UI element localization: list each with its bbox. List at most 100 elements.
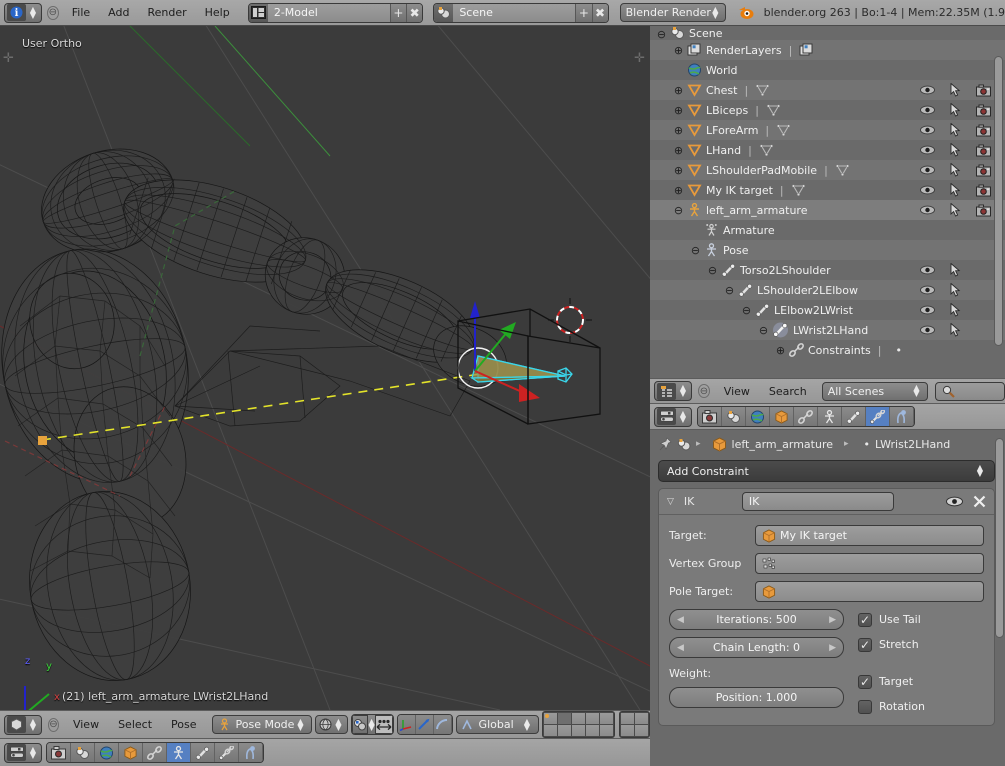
outliner-row-label[interactable]: Torso2LShoulder — [740, 264, 831, 277]
pole-target-field[interactable] — [755, 581, 984, 602]
weight-target-check-icon[interactable]: ✓ — [858, 674, 872, 689]
mesh-data-icon[interactable] — [835, 163, 850, 177]
chain-length-decrement-icon[interactable]: ◀ — [677, 643, 684, 653]
menu-help[interactable]: Help — [197, 3, 238, 23]
outliner-row-lshoulderpadmobile[interactable]: ⊕ LShoulderPadMobile | — [650, 160, 1005, 180]
outliner-expand-toggle-plus-icon[interactable]: ⊕ — [673, 44, 684, 57]
interaction-mode-selector[interactable]: Pose Mode ▲ ▼ — [211, 715, 313, 734]
menu-file[interactable]: File — [64, 3, 98, 23]
outliner-constraint-dot[interactable]: • — [895, 344, 902, 357]
pin-icon[interactable] — [658, 437, 672, 451]
cursor-arrow-icon[interactable] — [948, 183, 963, 197]
outliner-row-left-arm-armature[interactable]: ⊖ left_arm_armature — [650, 200, 1005, 220]
properties-editor[interactable]: ▸ left_arm_armature ▸ • LWrist2LHand Add… — [650, 430, 1005, 766]
breadcrumb-object-label[interactable]: left_arm_armature — [732, 438, 833, 451]
camera-icon[interactable] — [976, 144, 991, 157]
chain-length-increment-icon[interactable]: ▶ — [829, 643, 836, 653]
screen-layout-name[interactable]: 2-Model — [267, 3, 390, 22]
delete-screen-button[interactable]: ✖ — [406, 3, 423, 22]
outliner-expand-toggle-minus-icon[interactable]: ⊖ — [724, 284, 735, 297]
manipulator-mode-group[interactable] — [396, 714, 453, 735]
props-editor-type-selector[interactable]: ▲ ▼ — [654, 406, 692, 427]
layer-5[interactable] — [600, 713, 613, 724]
bone-constraints-tab[interactable] — [215, 743, 239, 762]
camera-icon[interactable] — [976, 184, 991, 197]
orientation-spinner[interactable]: ▲ ▼ — [521, 717, 533, 731]
transform-orientation-selector[interactable]: Global ▲ ▼ — [455, 715, 539, 734]
layer-12[interactable] — [558, 725, 571, 736]
layer-15[interactable] — [600, 725, 613, 736]
outliner-scrollbar[interactable] — [994, 56, 1003, 346]
add-constraint-button[interactable]: Add Constraint ▲ ▼ — [658, 460, 995, 482]
cursor-arrow-icon[interactable] — [948, 123, 963, 137]
outliner-row-lforearm[interactable]: ⊕ LForeArm | — [650, 120, 1005, 140]
outliner-expand-toggle-plus-icon[interactable]: ⊕ — [775, 344, 786, 357]
eye-icon[interactable] — [920, 265, 935, 275]
camera-icon[interactable] — [976, 124, 991, 137]
editor-type-spinner[interactable]: ▲ ▼ — [27, 5, 39, 19]
mesh-data-icon[interactable] — [776, 123, 791, 137]
layer-1[interactable] — [544, 713, 557, 724]
eye-icon[interactable] — [946, 496, 963, 507]
world-tab[interactable] — [95, 743, 119, 762]
menu-render[interactable]: Render — [139, 3, 194, 23]
object-constraints-tab[interactable] — [794, 407, 818, 426]
breadcrumb-bone-label[interactable]: LWrist2LHand — [875, 438, 950, 451]
viewport-shading-spinner[interactable]: ▲ ▼ — [332, 717, 344, 731]
properties-region-expand-icon[interactable]: ✛ — [634, 51, 645, 66]
outliner-row-constraints[interactable]: ⊕ Constraints | • — [650, 340, 1005, 360]
outliner-row-label[interactable]: LHand — [706, 144, 741, 157]
cursor-arrow-icon[interactable] — [948, 83, 963, 97]
outliner-display-mode-spinner[interactable]: ▲ ▼ — [910, 384, 922, 398]
weight-target-checkbox[interactable]: ✓ Target — [858, 671, 984, 692]
outliner-row-armature[interactable]: Armature — [650, 220, 1005, 240]
layer-13[interactable] — [572, 725, 585, 736]
outliner-display-mode-selector[interactable]: All Scenes ▲ ▼ — [821, 381, 929, 401]
outliner-row-world[interactable]: World — [650, 60, 1005, 80]
bone-constraints-tab[interactable] — [866, 407, 890, 426]
outliner-row-pose[interactable]: ⊖ Pose — [650, 240, 1005, 260]
layer-6[interactable] — [621, 713, 634, 724]
layer-11[interactable] — [544, 725, 557, 736]
outliner-row-chest[interactable]: ⊕ Chest | — [650, 80, 1005, 100]
screen-layout-selector[interactable]: 2-Model + ✖ — [247, 2, 424, 23]
outliner-row-lbiceps[interactable]: ⊕ LBiceps | — [650, 100, 1005, 120]
outliner-row-lhand[interactable]: ⊕ LHand | — [650, 140, 1005, 160]
ik-constraint-panel-header[interactable]: ▽ IK IK — [659, 489, 994, 515]
eye-icon[interactable] — [920, 185, 935, 195]
render-tab[interactable] — [47, 743, 71, 762]
breadcrumb-scene-icon[interactable] — [677, 438, 691, 451]
weight-rotation-checkbox[interactable]: Rotation — [858, 696, 984, 717]
layer-group-1[interactable] — [542, 711, 615, 738]
outliner-collapse-menus-button[interactable]: ⊖ — [698, 384, 710, 398]
outliner-expand-toggle-minus-icon[interactable]: ⊖ — [707, 264, 718, 277]
layer-4[interactable] — [586, 713, 599, 724]
view3d-menu-pose[interactable]: Pose — [163, 715, 204, 735]
object-data-tab[interactable] — [167, 743, 191, 762]
outliner-expand-toggle-minus-icon[interactable]: ⊖ — [690, 244, 701, 257]
properties-tab-strip-bottom[interactable] — [46, 742, 264, 763]
outliner-row-label[interactable]: Pose — [723, 244, 748, 257]
render-engine-selector[interactable]: Blender Render ▲ ▼ — [619, 3, 726, 22]
outliner-row-label[interactable]: left_arm_armature — [706, 204, 807, 217]
cursor-arrow-icon[interactable] — [948, 103, 963, 117]
view3d-menu-view[interactable]: View — [65, 715, 107, 735]
constraint-name-input[interactable]: IK — [741, 492, 894, 511]
mesh-data-icon[interactable] — [791, 183, 806, 197]
scene-selector[interactable]: Scene + ✖ — [433, 2, 609, 23]
bone-tab[interactable] — [191, 743, 215, 762]
bone-tab[interactable] — [842, 407, 866, 426]
add-scene-button[interactable]: + — [575, 3, 592, 22]
outliner-row-label[interactable]: LWrist2LHand — [793, 324, 868, 337]
outliner-expand-toggle-plus-icon[interactable]: ⊕ — [673, 124, 684, 137]
outliner-row-lelbow2lwrist[interactable]: ⊖ LElbow2LWrist — [650, 300, 1005, 320]
menu-add[interactable]: Add — [100, 3, 137, 23]
outliner-row-label[interactable]: Scene — [689, 27, 723, 40]
eye-icon[interactable] — [920, 305, 935, 315]
cursor-arrow-icon[interactable] — [948, 323, 963, 337]
outliner-editor-spinner[interactable]: ▲ ▼ — [677, 384, 689, 398]
iterations-slider[interactable]: ◀ Iterations: 500 ▶ — [669, 609, 844, 630]
outliner-row-label[interactable]: Armature — [723, 224, 775, 237]
collapse-menus-button[interactable]: ⊖ — [47, 5, 59, 20]
object-data-tab[interactable] — [818, 407, 842, 426]
